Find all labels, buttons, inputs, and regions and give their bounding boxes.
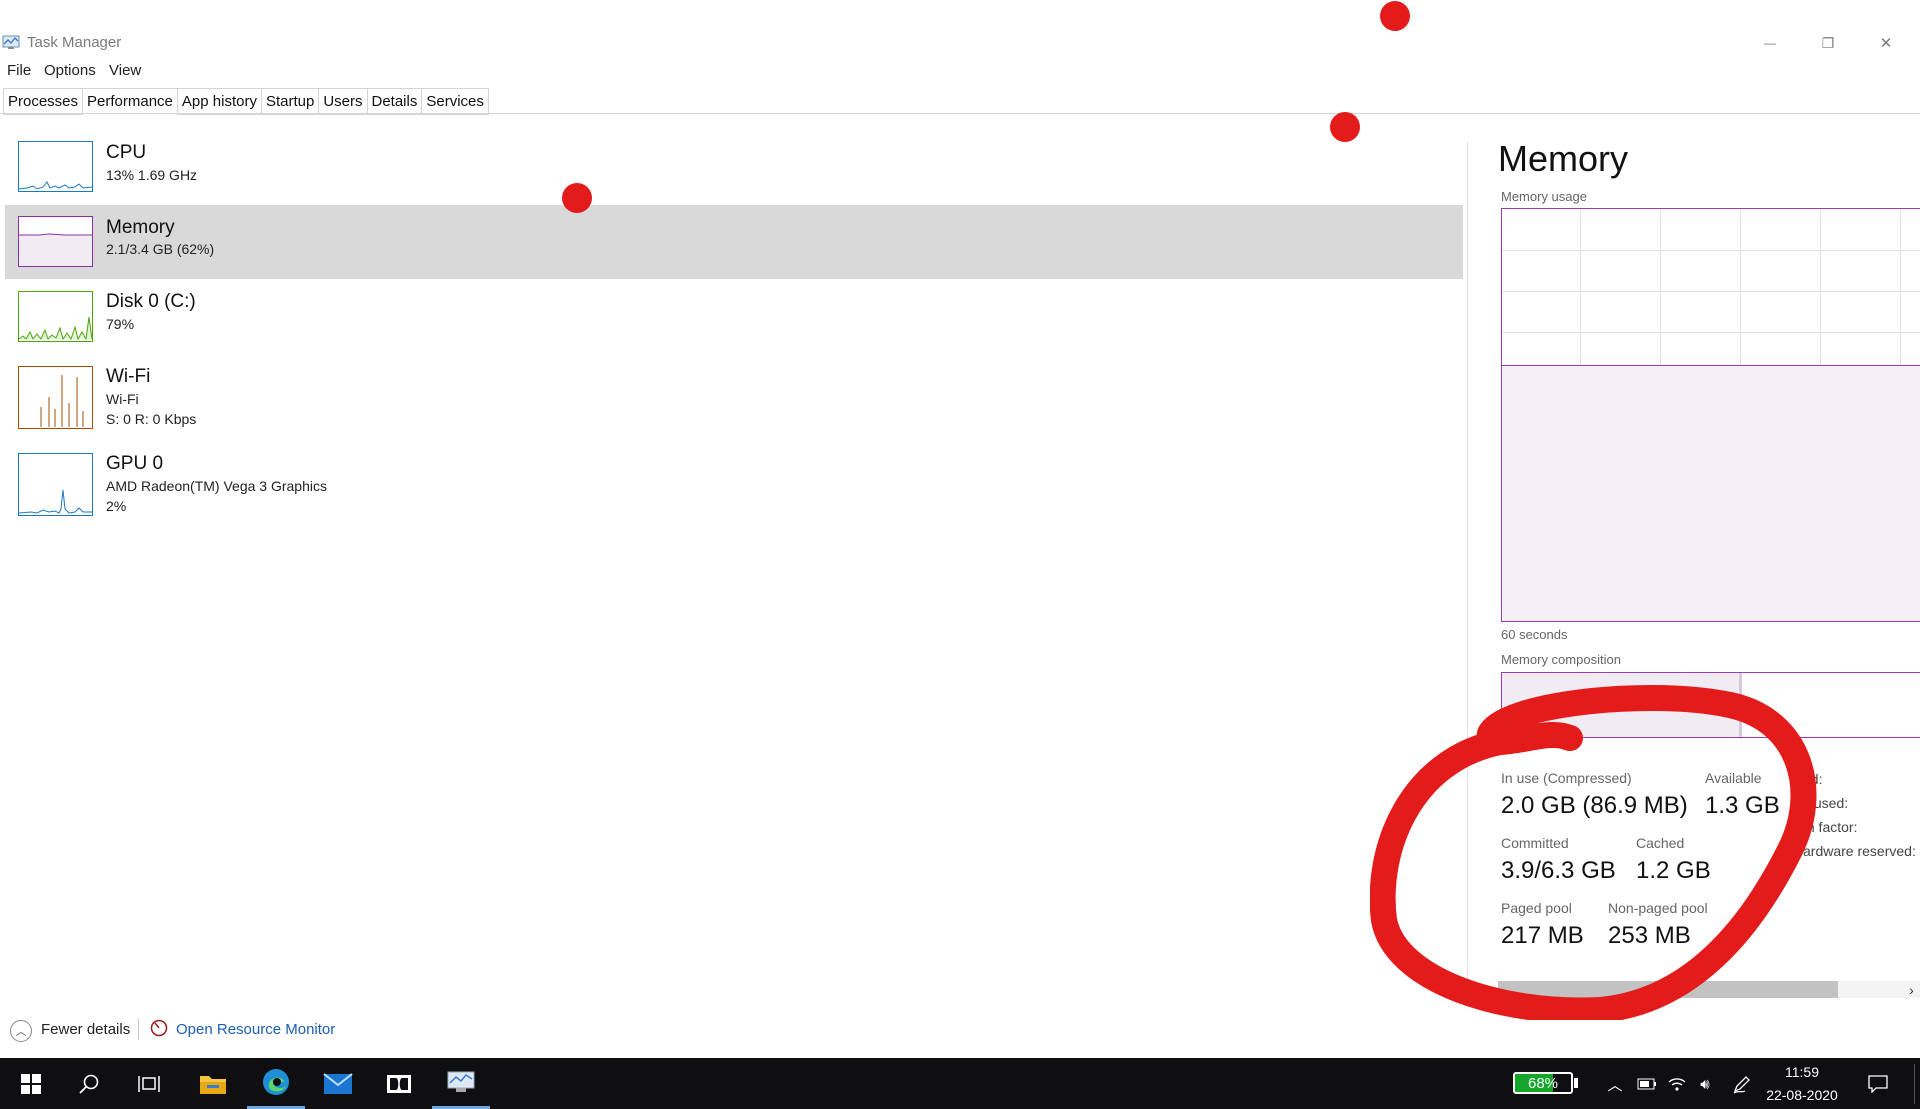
- wifi-name: Wi-Fi: [106, 366, 151, 387]
- wifi-thumbnail-graph: [18, 366, 93, 429]
- resource-item-disk[interactable]: Disk 0 (C:) 79%: [5, 280, 1463, 354]
- tab-divider: [0, 113, 1920, 114]
- edge-icon: [263, 1069, 289, 1095]
- search-icon: [79, 1074, 99, 1094]
- window-title: Task Manager: [27, 34, 122, 51]
- memory-usage-fill: [1502, 364, 1920, 621]
- show-hidden-icons-chevron-icon[interactable]: ︿: [1603, 1072, 1627, 1096]
- taskbar: [0, 1058, 1920, 1109]
- resource-monitor-icon: [150, 1019, 168, 1037]
- memory-usage-label: Memory usage: [1501, 189, 1587, 204]
- menu-options[interactable]: Options: [44, 62, 96, 79]
- task-manager-icon: [447, 1071, 475, 1092]
- battery-percentage: 68%: [1527, 1075, 1559, 1092]
- wifi-tray-icon[interactable]: [1665, 1072, 1689, 1096]
- disk-detail: 79%: [106, 316, 135, 332]
- detail-title: Memory: [1498, 138, 1629, 179]
- memory-composition-label: Memory composition: [1501, 652, 1621, 667]
- volume-tray-icon[interactable]: 🔊︎: [1693, 1072, 1717, 1096]
- memory-detail: 2.1/3.4 GB (62%): [106, 241, 215, 257]
- footer-separator: [138, 1018, 139, 1040]
- minimize-icon: —: [1764, 36, 1776, 50]
- tab-services[interactable]: Services: [421, 88, 489, 115]
- fewer-details-chevron-icon[interactable]: ︿: [10, 1020, 32, 1042]
- wifi-adapter: Wi-Fi: [106, 391, 139, 407]
- clock-date[interactable]: 22-08-2020: [1762, 1087, 1842, 1103]
- folder-icon: [200, 1075, 226, 1094]
- red-annotation-dot: [1330, 112, 1360, 142]
- wifi-throughput: S: 0 R: 0 Kbps: [106, 411, 197, 427]
- minimize-button[interactable]: —: [1748, 30, 1792, 56]
- red-annotation-dot: [562, 183, 592, 213]
- red-annotation-circle: [1370, 685, 1817, 1020]
- gpu-model: AMD Radeon(TM) Vega 3 Graphics: [106, 478, 327, 494]
- resource-item-memory[interactable]: Memory 2.1/3.4 GB (62%): [5, 205, 1463, 279]
- red-annotation-dot: [1380, 1, 1410, 31]
- task-manager-taskbar-button[interactable]: [432, 1058, 490, 1109]
- memory-usage-graph: [1501, 208, 1920, 622]
- cpu-thumbnail-graph: [18, 141, 93, 192]
- show-desktop-edge[interactable]: [1914, 1064, 1915, 1104]
- restore-icon: ❐: [1821, 34, 1835, 51]
- tab-bar: Processes Performance App history Startu…: [3, 88, 489, 115]
- restore-button[interactable]: ❐: [1806, 30, 1850, 56]
- tab-users[interactable]: Users: [318, 88, 367, 115]
- gpu-thumbnail-graph: [18, 453, 93, 516]
- close-icon: ✕: [1879, 35, 1893, 52]
- cpu-detail: 13% 1.69 GHz: [106, 167, 198, 183]
- open-resource-monitor-link[interactable]: Open Resource Monitor: [176, 1021, 335, 1038]
- close-button[interactable]: ✕: [1864, 30, 1908, 56]
- fewer-details-button[interactable]: Fewer details: [41, 1021, 130, 1038]
- search-button[interactable]: [60, 1058, 118, 1109]
- windows-logo-icon: [21, 1073, 41, 1094]
- tab-performance[interactable]: Performance: [82, 88, 177, 115]
- memory-name: Memory: [106, 217, 175, 238]
- tab-startup[interactable]: Startup: [260, 88, 319, 115]
- task-view-button[interactable]: [120, 1058, 178, 1109]
- tab-processes[interactable]: Processes: [3, 88, 83, 115]
- mail-icon: [323, 1072, 353, 1094]
- edge-browser-button[interactable]: [247, 1058, 305, 1109]
- mail-button[interactable]: [309, 1058, 367, 1109]
- clock-time[interactable]: 11:59: [1762, 1064, 1842, 1080]
- task-view-icon: [138, 1075, 160, 1092]
- action-center-notification-icon[interactable]: [1866, 1072, 1890, 1096]
- disk-name: Disk 0 (C:): [106, 291, 196, 312]
- resource-item-gpu[interactable]: GPU 0 AMD Radeon(TM) Vega 3 Graphics 2%: [5, 442, 1463, 516]
- battery-tray-icon[interactable]: [1635, 1072, 1659, 1096]
- task-manager-app-icon: [2, 35, 20, 49]
- dolby-access-button[interactable]: [370, 1058, 428, 1109]
- dolby-icon: [387, 1074, 411, 1093]
- memory-thumbnail-graph: [18, 216, 93, 267]
- menu-view[interactable]: View: [109, 62, 141, 79]
- gpu-name: GPU 0: [106, 453, 164, 474]
- scroll-right-arrow-icon[interactable]: ›: [1903, 981, 1920, 998]
- disk-thumbnail-graph: [18, 291, 93, 342]
- time-span-label: 60 seconds: [1501, 627, 1568, 642]
- resource-item-wifi[interactable]: Wi-Fi Wi-Fi S: 0 R: 0 Kbps: [5, 355, 1463, 429]
- cpu-name: CPU: [106, 142, 147, 163]
- tab-details[interactable]: Details: [366, 88, 422, 115]
- resource-item-cpu[interactable]: CPU 13% 1.69 GHz: [5, 131, 1463, 205]
- gpu-utilization: 2%: [106, 498, 127, 514]
- pen-workspace-icon[interactable]: [1730, 1072, 1754, 1096]
- tab-app-history[interactable]: App history: [176, 88, 261, 115]
- start-button[interactable]: [2, 1058, 60, 1109]
- file-explorer-button[interactable]: [184, 1058, 242, 1109]
- battery-tip: [1574, 1078, 1578, 1088]
- menu-file[interactable]: File: [7, 62, 31, 79]
